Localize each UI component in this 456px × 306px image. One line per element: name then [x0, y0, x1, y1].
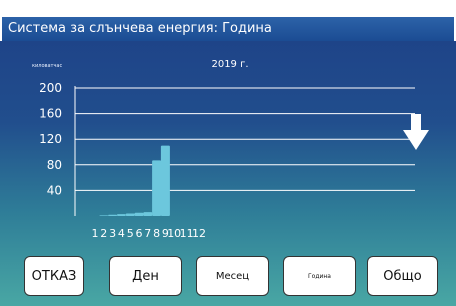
x-tick-label: 4	[118, 227, 125, 240]
y-tick-label: 40	[47, 183, 62, 197]
bar	[134, 212, 144, 216]
cancel-button[interactable]: ОТКАЗ	[24, 256, 84, 296]
bar	[152, 160, 162, 216]
bar	[108, 214, 118, 216]
x-tick-label: 7	[144, 227, 151, 240]
bar	[143, 212, 153, 216]
y-tick-label: 200	[39, 81, 62, 95]
year-button[interactable]: Година	[283, 256, 356, 296]
y-tick-label: 80	[47, 158, 62, 172]
yearly-energy-chart: 40801201602001 2 3 4 5 6 7 8 9101112	[39, 81, 415, 240]
x-tick-label: 6	[136, 227, 143, 240]
title-bar: Система за слънчева енергия: Година	[0, 0, 456, 41]
x-tick-label: 3	[109, 227, 116, 240]
bar	[99, 215, 109, 216]
x-tick-label: 12	[192, 227, 206, 240]
down-arrow-icon[interactable]	[403, 114, 429, 150]
x-tick-label: 1	[92, 227, 99, 240]
x-tick-label: 8	[153, 227, 160, 240]
chart-area: киловатчас 2019 г. 40 80 120 160 200 1 2 3 4 5 6 7 8…	[0, 41, 456, 247]
bar	[125, 213, 135, 216]
y-tick-label: 160	[39, 107, 62, 121]
day-button[interactable]: Ден	[109, 256, 182, 296]
bar	[116, 214, 126, 216]
y-tick-label: 120	[39, 132, 62, 146]
window-title: Система за слънчева енергия: Година	[2, 17, 454, 41]
x-tick-label: 5	[127, 227, 134, 240]
month-button[interactable]: Месец	[196, 256, 269, 296]
total-button[interactable]: Общо	[367, 256, 438, 296]
solar-system-screen: Система за слънчева енергия: Година кило…	[0, 0, 456, 306]
bar	[160, 145, 170, 216]
x-tick-label: 2	[100, 227, 107, 240]
